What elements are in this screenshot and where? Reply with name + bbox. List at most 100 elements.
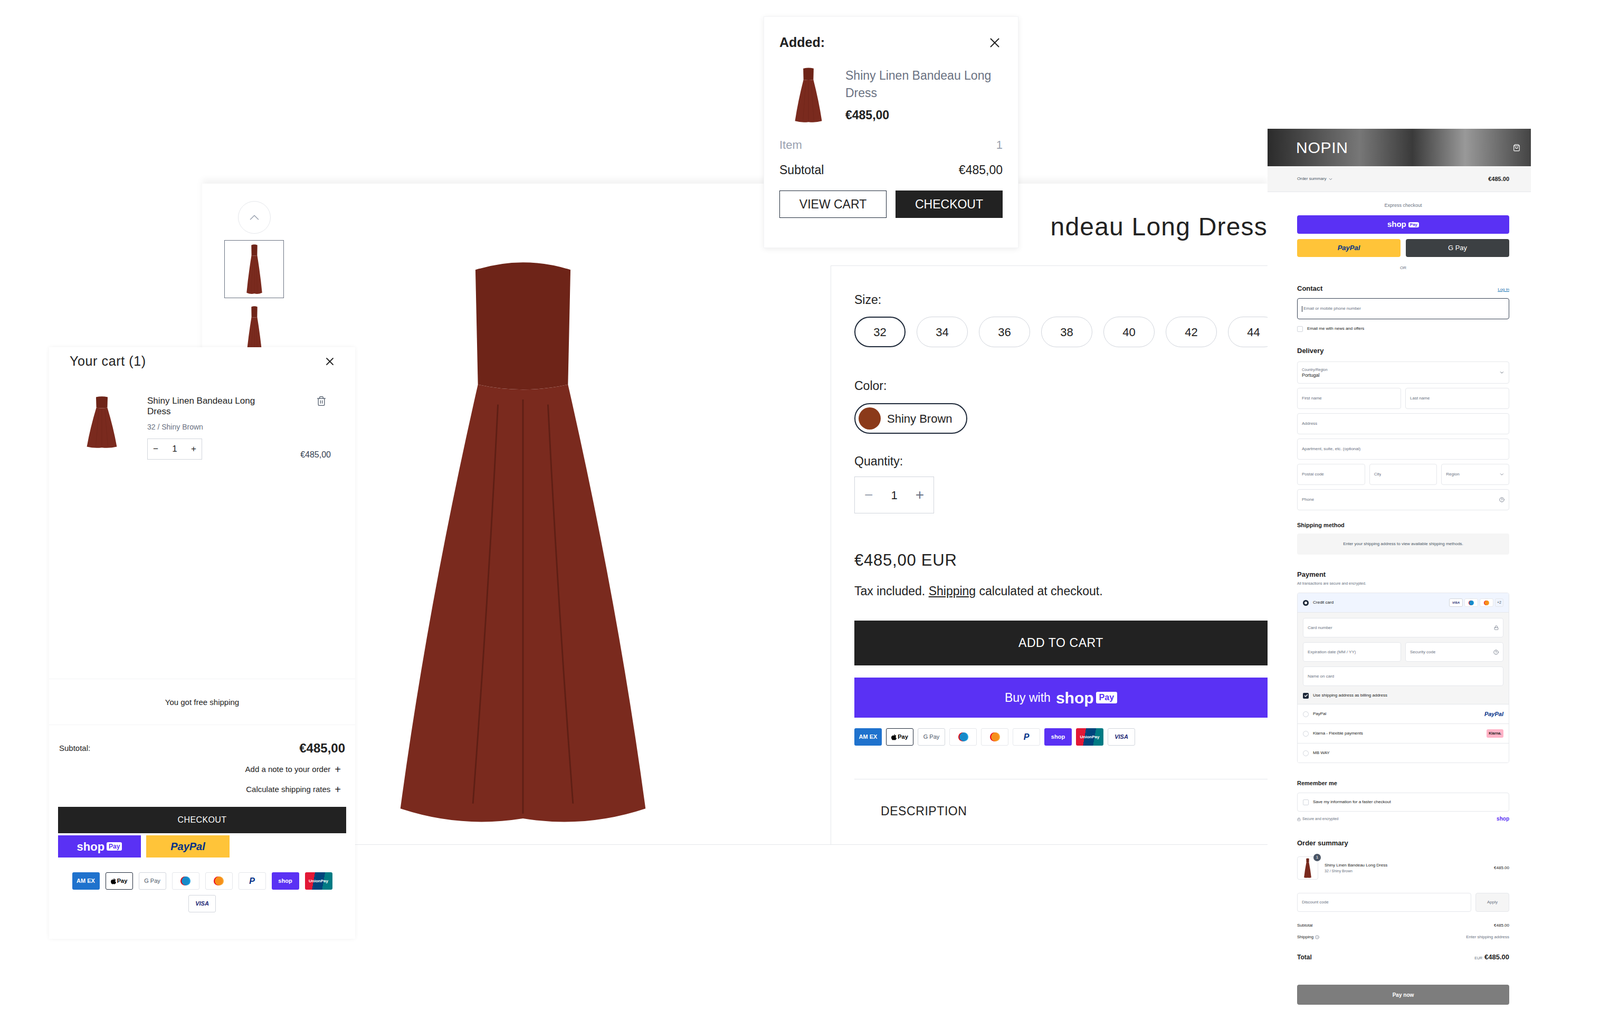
check-icon — [1303, 693, 1309, 698]
payment-method[interactable]: Credit cardVISA+2Card numberExpiration d… — [1297, 593, 1509, 705]
mastercard-icon — [205, 872, 233, 890]
maestro-icon — [949, 728, 977, 746]
size-option[interactable]: 42 — [1165, 316, 1217, 348]
shop-icon: shop — [1044, 728, 1072, 746]
input-field[interactable]: Region — [1441, 463, 1510, 485]
paypal-logo: PayPal — [1484, 709, 1504, 719]
cart-link[interactable]: Calculate shipping rates+ — [245, 784, 341, 795]
product-info: ndeau Long DressSize:32343638404244Color… — [854, 183, 1268, 845]
input-field[interactable]: Discount code — [1297, 892, 1472, 912]
shipping-link[interactable]: Shipping — [928, 584, 977, 598]
quantity-value[interactable]: 1 — [172, 442, 177, 456]
cart-express-buttons: shopPayPayPal — [58, 835, 347, 858]
increment-button[interactable]: + — [915, 487, 925, 503]
input-field[interactable]: Security code — [1405, 642, 1504, 662]
added-popup: Added:Shiny Linen Bandeau Long Dress€485… — [763, 16, 1019, 249]
size-option[interactable]: 34 — [916, 316, 968, 348]
amex-icon: AM EX — [72, 872, 100, 890]
input-field[interactable]: Apartment, suite, etc. (optional) — [1297, 438, 1510, 460]
size-option[interactable]: 38 — [1041, 316, 1093, 348]
help-icon — [1493, 649, 1499, 655]
free-shipping-note: You got free shipping — [49, 697, 356, 708]
checkbox-row[interactable]: Email me with news and offers — [1297, 325, 1510, 332]
unionpay-icon: UnionPay — [1075, 728, 1104, 746]
input-field[interactable]: Phone — [1297, 489, 1510, 511]
payment-method[interactable]: MB WAY — [1297, 743, 1509, 763]
radio[interactable] — [1302, 711, 1309, 718]
shop-pay-button[interactable]: shopPay — [1297, 215, 1510, 234]
pay-now-button[interactable]: Pay now — [1297, 984, 1510, 1005]
store-logo[interactable]: NOPIN — [1296, 135, 1349, 160]
add-to-cart-button[interactable]: ADD TO CART — [854, 620, 1268, 666]
radio[interactable] — [1302, 750, 1309, 757]
email-input[interactable]: Email or mobile phone number — [1297, 298, 1510, 320]
cart-item-name: Shiny Linen Bandeau Long Dress — [147, 395, 269, 417]
color-option[interactable]: Shiny Brown — [854, 403, 968, 434]
input-field[interactable]: Address — [1297, 413, 1510, 435]
decrement-button[interactable]: − — [864, 487, 873, 503]
bag-icon[interactable] — [1512, 144, 1521, 152]
popup-button[interactable]: VIEW CART — [779, 190, 887, 218]
login-link[interactable]: Log in — [1497, 286, 1510, 293]
checkbox-row[interactable]: Save my information for a faster checkou… — [1302, 798, 1392, 806]
checkbox[interactable] — [1302, 799, 1309, 806]
popup-item-image — [794, 67, 823, 123]
quantity-value[interactable]: 1 — [890, 486, 898, 504]
cart-quantity-stepper: −1 + — [147, 438, 203, 460]
paypal-button[interactable]: PayPal — [146, 835, 230, 858]
size-option[interactable]: 36 — [978, 316, 1031, 348]
klarna-logo: Klarna. — [1486, 729, 1504, 739]
apply-button[interactable]: Apply — [1475, 892, 1510, 912]
trash-icon[interactable] — [316, 395, 327, 407]
description-toggle[interactable]: DESCRIPTION — [854, 803, 1268, 819]
checkbox[interactable] — [1297, 326, 1303, 332]
input-field[interactable]: Card number — [1302, 617, 1504, 638]
order-item: 1Shiny Linen Bandeau Long Dress32 / Shin… — [1297, 854, 1510, 882]
payment-heading: Payment — [1297, 570, 1510, 579]
paypal-button[interactable]: PayPal — [1297, 239, 1401, 257]
close-icon[interactable] — [986, 34, 1003, 51]
cart-checkout-button[interactable]: CHECKOUT — [58, 806, 347, 834]
google-pay-button[interactable]: G Pay — [1405, 239, 1510, 257]
payment-method[interactable]: Klarna - Flexible paymentsKlarna. — [1297, 724, 1509, 744]
radio[interactable] — [1302, 600, 1309, 606]
radio[interactable] — [1302, 730, 1309, 737]
size-option[interactable]: 40 — [1103, 316, 1155, 348]
input-field[interactable]: Expiration date (MM / YY) — [1302, 642, 1402, 662]
order-summary-bar[interactable]: Order summary€485.00 — [1267, 166, 1531, 193]
size-option[interactable]: 44 — [1227, 316, 1268, 348]
input-field[interactable]: First name — [1297, 387, 1402, 409]
input-field[interactable]: Postal code — [1297, 463, 1366, 485]
popup-subtotal: Subtotal€485,00 — [779, 160, 1003, 180]
country-select[interactable]: Country/RegionPortugal — [1297, 361, 1510, 384]
chevron-up-icon — [246, 209, 263, 226]
field-row: Address — [1297, 413, 1510, 435]
maestro-icon — [172, 872, 200, 890]
input-field[interactable]: City — [1369, 463, 1438, 485]
dress-image — [397, 254, 649, 829]
payment-icons: AM EXPayG PayPshopUnionPayVISA — [854, 728, 1268, 746]
input-field[interactable]: Last name — [1405, 387, 1510, 409]
payment-method[interactable]: PayPalPayPal — [1297, 704, 1509, 725]
input-field[interactable]: Name on card — [1302, 666, 1504, 687]
size-option[interactable]: 32 — [854, 316, 906, 348]
thumbnail-up-button[interactable] — [237, 201, 271, 234]
visa-icon: VISA — [1107, 728, 1136, 746]
decrement-button[interactable]: − — [153, 442, 159, 456]
popup-buttons: VIEW CART CHECKOUT — [779, 190, 1003, 218]
order-item-price: €485.00 — [1493, 864, 1510, 872]
size-options: 32 34 36 38 40 42 44 — [854, 316, 1268, 348]
cart-link[interactable]: Add a note to your order+ — [245, 764, 341, 775]
popup-button[interactable]: CHECKOUT — [895, 190, 1003, 218]
close-icon[interactable] — [323, 355, 337, 368]
popup-item-name: Shiny Linen Bandeau Long Dress — [845, 67, 1003, 102]
checkbox-row[interactable]: Use shipping address as billing address — [1302, 692, 1504, 699]
popup-item-price: €485,00 — [845, 106, 1003, 125]
checkbox[interactable] — [1302, 692, 1309, 699]
visa-icon: VISA — [188, 894, 216, 913]
thumbnail[interactable] — [224, 240, 284, 299]
amex-icon: AM EX — [854, 728, 882, 746]
increment-button[interactable]: + — [191, 442, 197, 456]
shop-pay-button[interactable]: shopPay — [58, 835, 141, 858]
shop-pay-button[interactable]: Buy withshopPay — [854, 677, 1268, 718]
